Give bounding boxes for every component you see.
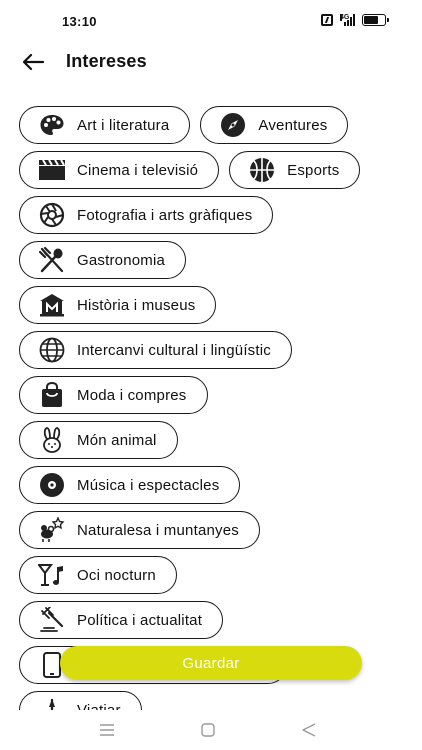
chip-row: Història i museus: [19, 286, 217, 324]
interest-chip-mon-animal[interactable]: Món animal: [19, 421, 178, 459]
utensils-icon: [38, 246, 66, 274]
globe-icon: [38, 336, 66, 364]
chip-row: Món animal: [19, 421, 178, 459]
arrow-left-icon: [22, 53, 44, 71]
rabbit-icon: [38, 426, 66, 454]
interest-label: Aventures: [258, 116, 328, 134]
compass-icon: [219, 111, 247, 139]
interest-chip-oci-nocturn[interactable]: Oci nocturn: [19, 556, 177, 594]
interest-chip-historia[interactable]: Història i museus: [19, 286, 217, 324]
system-navigation-bar: [0, 710, 422, 750]
museum-icon: [38, 291, 66, 319]
clapperboard-icon: [38, 156, 66, 184]
interest-chip-gastronomia[interactable]: Gastronomia: [19, 241, 187, 279]
interest-label: Història i museus: [77, 296, 196, 314]
save-button[interactable]: Guardar: [60, 646, 362, 680]
interest-label: Gastronomia: [77, 251, 166, 269]
interest-chip-cinema[interactable]: Cinema i televisió: [19, 151, 220, 189]
interest-chip-aventures[interactable]: Aventures: [200, 106, 349, 144]
signal-icon: 4G: [340, 14, 355, 26]
status-time: 13:10: [62, 14, 97, 29]
interest-label: Moda i compres: [77, 386, 187, 404]
interest-chip-intercanvi[interactable]: Intercanvi cultural i lingüístic: [19, 331, 292, 369]
chip-row: Gastronomia: [19, 241, 187, 279]
app-header: Intereses: [0, 44, 422, 80]
signal-label: 4G: [340, 14, 350, 21]
interest-label: Cinema i televisió: [77, 161, 199, 179]
chip-row: Política i actualitat: [19, 601, 224, 639]
interest-chip-art[interactable]: Art i literatura: [19, 106, 191, 144]
status-icons: 4G: [321, 14, 389, 26]
chip-row: Art i literatura Aventures: [19, 106, 349, 144]
chip-row: Música i espectacles: [19, 466, 241, 504]
palette-icon: [38, 111, 66, 139]
interest-label: Intercanvi cultural i lingüístic: [77, 341, 271, 359]
camera-aperture-icon: [38, 201, 66, 229]
interest-label: Política i actualitat: [77, 611, 203, 629]
travel-icon: [38, 696, 66, 710]
nature-icon: [38, 516, 66, 544]
interest-label: Art i literatura: [77, 116, 170, 134]
interest-chip-musica[interactable]: Música i espectacles: [19, 466, 241, 504]
basketball-icon: [248, 156, 276, 184]
interest-label: Fotografia i arts gràfiques: [77, 206, 253, 224]
page-title: Intereses: [66, 51, 147, 71]
cocktail-music-icon: [38, 561, 66, 589]
status-bar: 13:10 4G: [0, 0, 422, 44]
interest-chip-naturalesa[interactable]: Naturalesa i muntanyes: [19, 511, 260, 549]
battery-icon: [362, 14, 389, 26]
nfc-icon: [321, 14, 333, 26]
chip-row: Fotografia i arts gràfiques: [19, 196, 274, 234]
interest-chip-fotografia[interactable]: Fotografia i arts gràfiques: [19, 196, 274, 234]
back-button[interactable]: [20, 50, 46, 74]
back-triangle-icon[interactable]: [300, 722, 318, 738]
chip-row: Oci nocturn: [19, 556, 177, 594]
shopping-bag-icon: [38, 381, 66, 409]
interests-list: Art i literatura Aventures Cinema i tele…: [0, 104, 422, 710]
interest-chip-esports[interactable]: Esports: [229, 151, 361, 189]
interest-label: Naturalesa i muntanyes: [77, 521, 239, 539]
chip-row: Viatjar: [19, 691, 142, 710]
vinyl-record-icon: [38, 471, 66, 499]
interest-label: Món animal: [77, 431, 157, 449]
home-square-icon[interactable]: [199, 722, 217, 738]
interest-label: Esports: [287, 161, 340, 179]
chip-row: Intercanvi cultural i lingüístic: [19, 331, 292, 369]
interest-chip-viatjar[interactable]: Viatjar: [19, 691, 142, 710]
chip-row: Cinema i televisió Esports: [19, 151, 361, 189]
chip-row: Moda i compres: [19, 376, 208, 414]
interest-chip-politica[interactable]: Política i actualitat: [19, 601, 224, 639]
menu-icon[interactable]: [98, 722, 116, 738]
gavel-icon: [38, 606, 66, 634]
chip-row: Naturalesa i muntanyes: [19, 511, 260, 549]
interest-label: Viatjar: [77, 701, 121, 711]
interest-label: Oci nocturn: [77, 566, 156, 584]
interest-label: Música i espectacles: [77, 476, 220, 494]
interest-chip-moda[interactable]: Moda i compres: [19, 376, 208, 414]
